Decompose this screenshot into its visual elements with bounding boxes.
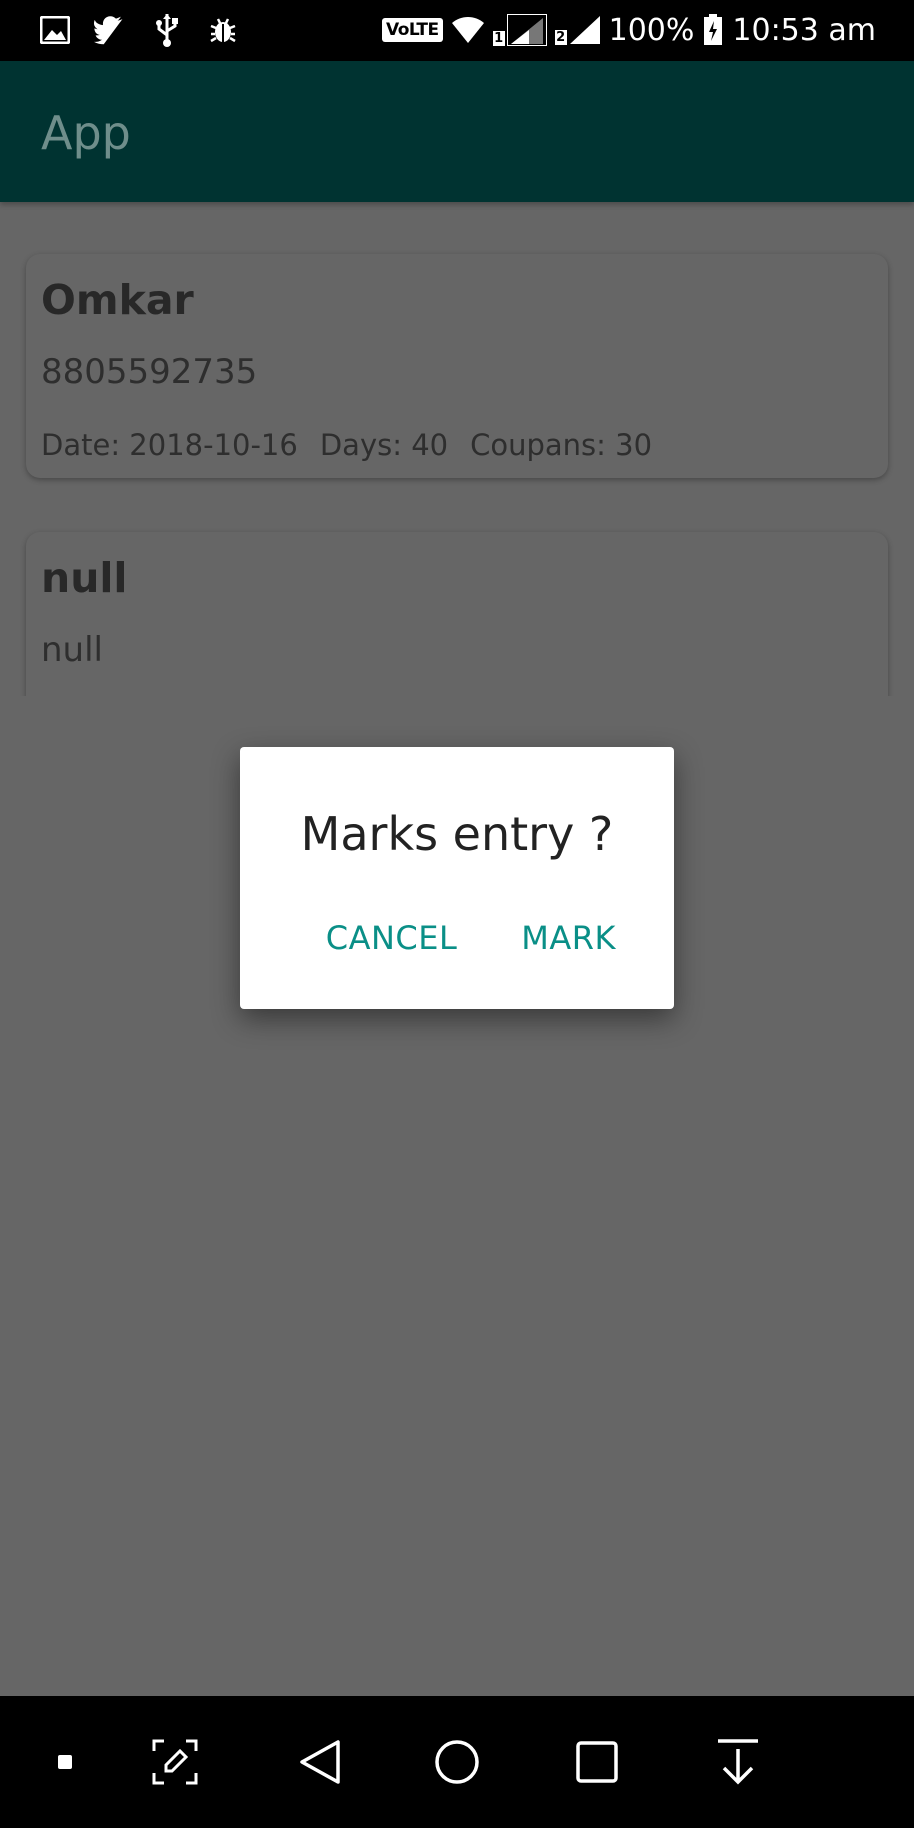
battery-charging-icon <box>702 13 724 47</box>
entry-days: Days: 40 <box>319 428 449 462</box>
sim1-signal: 1 <box>492 14 547 46</box>
back-icon[interactable] <box>290 1696 350 1828</box>
navigation-bar <box>0 1696 914 1828</box>
entry-coupans: Coupans: 30 <box>470 428 653 462</box>
recents-icon[interactable] <box>567 1696 627 1828</box>
sim2-signal-icon <box>569 16 600 44</box>
bug-icon <box>206 13 240 47</box>
app-title: App <box>41 106 131 160</box>
entry-phone: 8805592735 <box>41 352 258 392</box>
dialog-actions: CANCEL MARK <box>326 919 616 957</box>
volte-badge: VoLTE <box>381 18 443 42</box>
status-bar: VoLTE 1 2 100% 10:53 am <box>0 0 914 61</box>
dialog-title: Marks entry ? <box>300 807 614 861</box>
status-system-icons: VoLTE 1 2 100% 10:53 am <box>381 8 876 52</box>
twitter-icon <box>94 13 128 47</box>
sim1-signal-icon <box>506 14 547 46</box>
entry-meta: Date: 2018-10-16 Days: 40 Coupans: 30 <box>41 428 652 462</box>
entry-card[interactable]: Omkar 8805592735 Date: 2018-10-16 Days: … <box>26 254 888 478</box>
app-bar: App <box>0 61 914 202</box>
status-notification-icons <box>38 12 240 48</box>
entry-phone: null <box>41 630 103 670</box>
entry-date: Date: 2018-10-16 <box>41 428 298 462</box>
usb-icon <box>150 13 184 47</box>
cancel-button[interactable]: CANCEL <box>326 919 458 957</box>
sim1-label: 1 <box>492 31 505 46</box>
clock: 10:53 am <box>732 12 876 48</box>
sim2-signal: 2 <box>554 15 601 45</box>
notification-pull-icon[interactable] <box>708 1696 768 1828</box>
screenshot-edit-icon[interactable] <box>145 1696 205 1828</box>
entry-list: Omkar 8805592735 Date: 2018-10-16 Days: … <box>0 202 914 696</box>
confirm-dialog: Marks entry ? CANCEL MARK <box>240 747 674 1009</box>
entry-name: null <box>41 554 128 602</box>
battery-percent: 100% <box>608 12 695 48</box>
entry-card[interactable]: null null <box>26 532 888 696</box>
home-icon[interactable] <box>426 1696 488 1828</box>
dot-icon[interactable] <box>40 1696 90 1828</box>
entry-name: Omkar <box>41 276 194 324</box>
mark-button[interactable]: MARK <box>521 919 616 957</box>
gallery-icon <box>38 13 72 47</box>
wifi-icon <box>451 13 485 47</box>
sim2-label: 2 <box>554 30 567 45</box>
